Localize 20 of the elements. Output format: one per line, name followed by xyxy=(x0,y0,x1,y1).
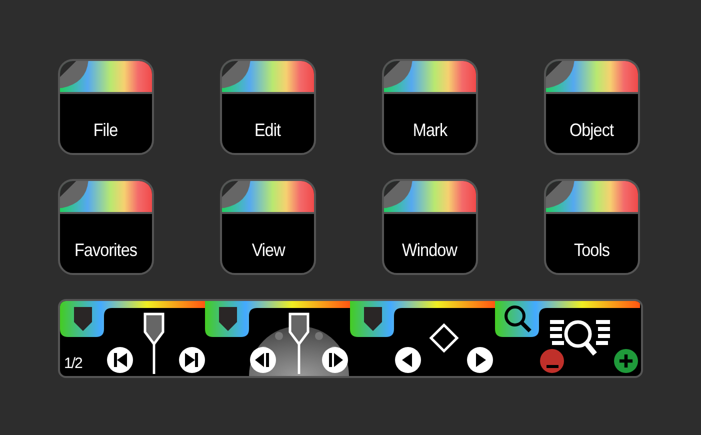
zoom-in-button[interactable] xyxy=(614,349,638,373)
menu-tile[interactable]: File xyxy=(58,59,154,155)
next-button[interactable] xyxy=(179,347,205,373)
minus-icon xyxy=(546,364,558,368)
menu-tile[interactable]: Favorites xyxy=(58,179,154,275)
page-indicator: 1/2 xyxy=(64,355,82,372)
playhead-handle[interactable] xyxy=(143,312,165,374)
search-icon[interactable] xyxy=(503,304,533,334)
menu-tile[interactable]: Edit xyxy=(220,59,316,155)
zoom-out-button[interactable] xyxy=(540,349,564,373)
menu-tile[interactable]: View xyxy=(220,179,316,275)
playhead-handle[interactable] xyxy=(288,312,310,374)
menu-tile[interactable]: Object xyxy=(544,59,640,155)
next-button[interactable] xyxy=(467,347,493,373)
menu-tile[interactable]: Mark xyxy=(382,59,478,155)
menu-tile[interactable]: Window xyxy=(382,179,478,275)
previous-button[interactable] xyxy=(395,347,421,373)
marker-icon[interactable] xyxy=(429,323,459,353)
menu-tile[interactable]: Tools xyxy=(544,179,640,275)
previous-button[interactable] xyxy=(107,347,133,373)
